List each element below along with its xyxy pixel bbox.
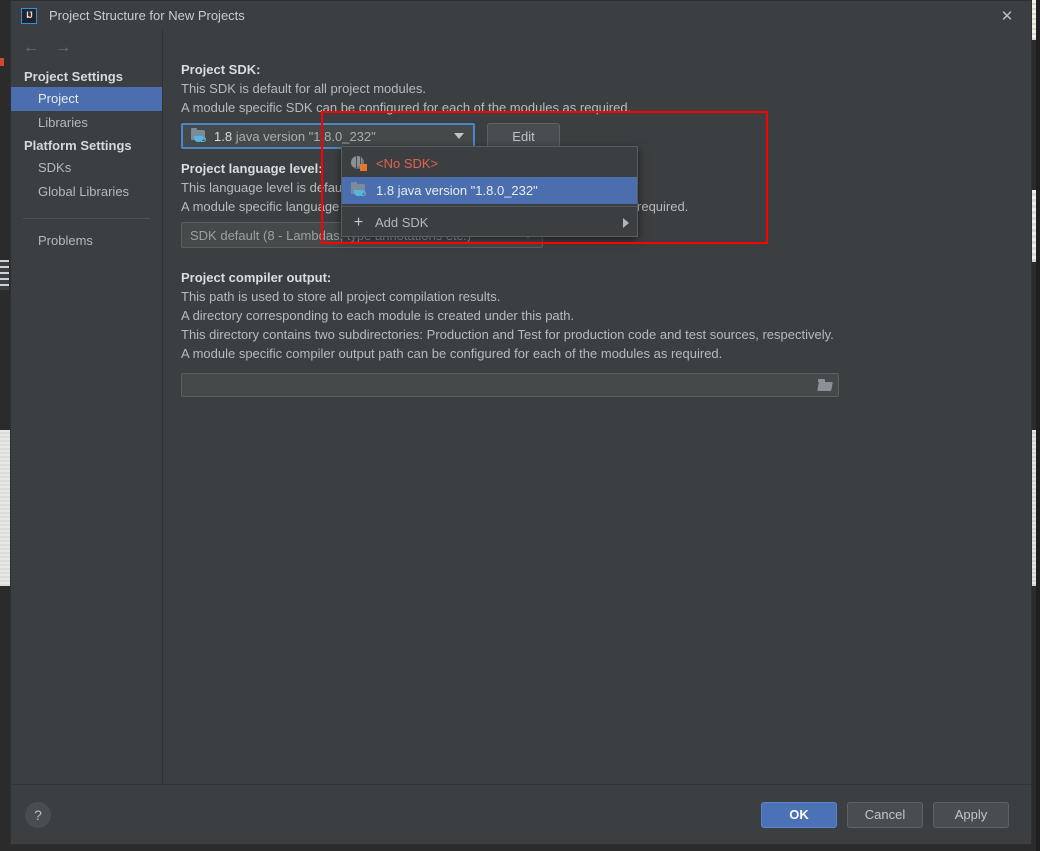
sidebar-item-libraries[interactable]: Libraries — [11, 111, 162, 135]
java-sdk-icon — [351, 182, 367, 198]
background-window-right-edge — [1036, 0, 1040, 851]
apply-button[interactable]: Apply — [933, 801, 1009, 828]
help-icon[interactable]: ? — [25, 801, 51, 828]
sdk-option-add-sdk-label: Add SDK — [375, 215, 429, 230]
project-compiler-output-desc-line-3: This directory contains two subdirectori… — [181, 327, 834, 342]
nav-history-controls: ← → — [11, 34, 162, 66]
plus-icon: + — [353, 213, 364, 231]
no-sdk-globe-icon — [351, 156, 367, 171]
arrow-left-icon[interactable]: ← — [23, 40, 39, 56]
sidebar-divider — [23, 218, 150, 219]
dialog-footer: ? OK Cancel Apply — [11, 784, 1031, 844]
edit-sdk-button-label: Edit — [512, 128, 535, 144]
intellij-idea-icon: IJ — [21, 7, 37, 24]
project-structure-dialog: IJ Project Structure for New Projects ✕ … — [10, 0, 1032, 845]
popup-divider — [342, 206, 637, 207]
dialog-body: ← → Project Settings Project Libraries P… — [11, 30, 1031, 784]
sdk-option-no-sdk[interactable]: <No SDK> — [342, 150, 637, 177]
project-sdk-combobox-value: 1.8 java version "1.8.0_232" — [214, 129, 454, 144]
sidebar-item-project[interactable]: Project — [11, 87, 162, 111]
project-sdk-heading: Project SDK: — [181, 62, 261, 77]
project-compiler-output-path-field[interactable] — [181, 373, 839, 397]
dialog-action-buttons: OK Cancel Apply — [761, 801, 1009, 828]
project-compiler-output-desc-line-4: A module specific compiler output path c… — [181, 346, 723, 361]
project-compiler-output-heading: Project compiler output: — [181, 270, 332, 285]
dialog-title: Project Structure for New Projects — [49, 8, 245, 23]
sdk-option-java-18-label: 1.8 java version "1.8.0_232" — [376, 183, 538, 198]
background-accent-mark — [0, 58, 4, 66]
dialog-titlebar: IJ Project Structure for New Projects ✕ — [11, 1, 1031, 30]
project-sdk-version: 1.8 — [214, 128, 233, 144]
sidebar-item-problems[interactable]: Problems — [11, 229, 162, 253]
settings-sidebar: ← → Project Settings Project Libraries P… — [11, 30, 163, 784]
sdk-option-no-sdk-label: <No SDK> — [376, 156, 439, 171]
sidebar-item-global-libraries[interactable]: Global Libraries — [11, 180, 162, 204]
java-sdk-icon — [191, 127, 207, 144]
folder-open-icon[interactable] — [817, 379, 833, 391]
sdk-option-add-sdk[interactable]: + Add SDK — [342, 209, 637, 236]
project-sdk-desc-line-2: A module specific SDK can be configured … — [181, 100, 632, 115]
arrow-right-icon[interactable]: → — [55, 40, 71, 56]
chevron-right-icon — [623, 217, 629, 228]
close-icon[interactable]: ✕ — [997, 6, 1017, 26]
project-sdk-version-detail: java version "1.8.0_232" — [235, 128, 376, 144]
project-sdk-desc-line-1: This SDK is default for all project modu… — [181, 81, 426, 96]
ok-button[interactable]: OK — [761, 801, 837, 828]
sidebar-item-sdks[interactable]: SDKs — [11, 156, 162, 180]
chevron-down-icon[interactable] — [454, 133, 464, 139]
sdk-option-java-18[interactable]: 1.8 java version "1.8.0_232" — [342, 177, 637, 204]
project-sdk-dropdown-popup[interactable]: <No SDK> 1.8 java version "1.8.0_232" + … — [341, 146, 638, 237]
sidebar-group-platform-settings: Platform Settings — [24, 138, 132, 153]
project-compiler-output-desc-line-2: A directory corresponding to each module… — [181, 308, 575, 323]
project-compiler-output-desc-line-1: This path is used to store all project c… — [181, 289, 501, 304]
cancel-button[interactable]: Cancel — [847, 801, 923, 828]
background-window-glyph-left — [0, 260, 9, 290]
sidebar-group-project-settings: Project Settings — [24, 69, 123, 84]
settings-content-pane: Project SDK: This SDK is default for all… — [163, 30, 1031, 784]
